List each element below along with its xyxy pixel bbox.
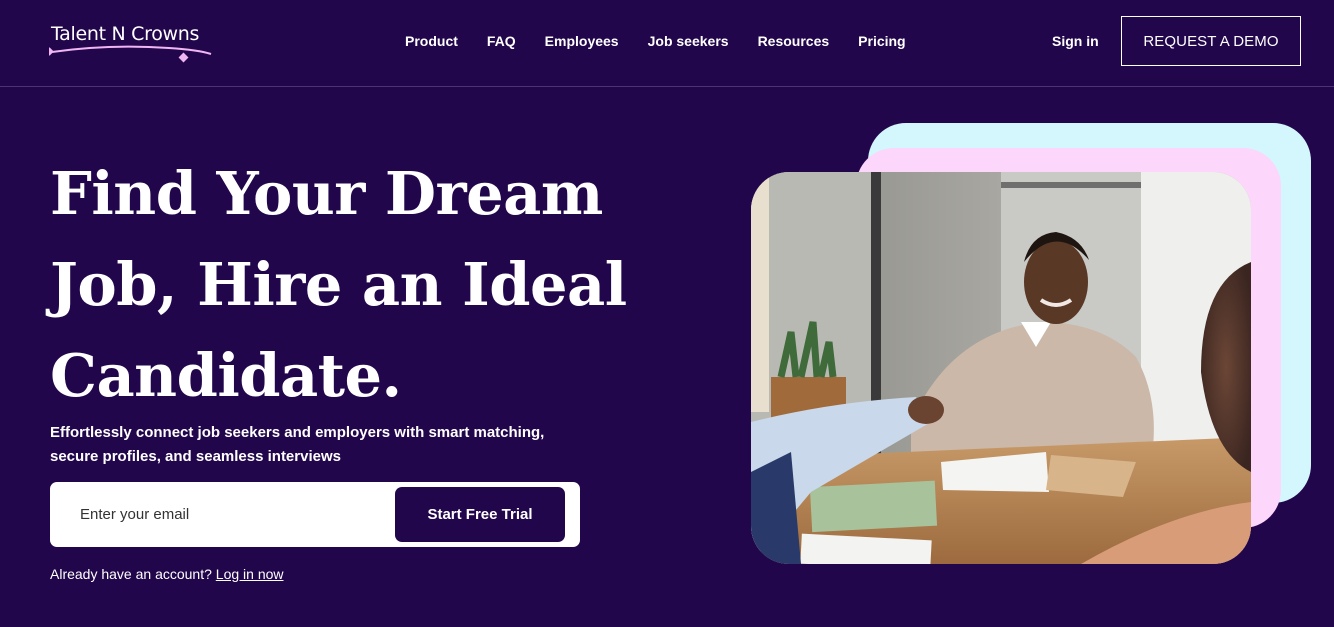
nav-item-product[interactable]: Product [405, 33, 458, 49]
nav-item-faq[interactable]: FAQ [487, 33, 516, 49]
logo-swoosh-icon [49, 45, 212, 63]
nav-item-job-seekers[interactable]: Job seekers [648, 33, 729, 49]
login-prompt: Already have an account? Log in now [50, 566, 284, 582]
brand-logo[interactable]: Talent N Crowns [49, 22, 219, 68]
request-demo-button[interactable]: REQUEST A DEMO [1121, 16, 1301, 66]
hero-title-line-3: Candidate. [50, 341, 402, 410]
nav-item-resources[interactable]: Resources [758, 33, 830, 49]
hero-subtitle: Effortlessly connect job seekers and emp… [50, 424, 545, 465]
hero-title: Find Your Dream Job, Hire an Ideal Candi… [50, 148, 690, 421]
main-nav: Product FAQ Employees Job seekers Resour… [405, 33, 935, 49]
email-input[interactable] [68, 494, 388, 535]
start-free-trial-button[interactable]: Start Free Trial [395, 487, 565, 542]
email-signup-form: Start Free Trial [50, 482, 580, 547]
interview-handshake-image [751, 172, 1251, 564]
hero-photo [751, 172, 1251, 564]
nav-item-pricing[interactable]: Pricing [858, 33, 905, 49]
nav-item-employees[interactable]: Employees [545, 33, 619, 49]
sign-in-link[interactable]: Sign in [1052, 33, 1099, 49]
site-header: Talent N Crowns Product FAQ Employees Jo… [0, 0, 1334, 87]
hero-title-line-1: Find Your Dream [50, 159, 603, 228]
log-in-link[interactable]: Log in now [216, 566, 284, 582]
hero-title-line-2: Job, Hire an Ideal [50, 250, 627, 319]
login-prompt-text: Already have an account? [50, 566, 212, 582]
